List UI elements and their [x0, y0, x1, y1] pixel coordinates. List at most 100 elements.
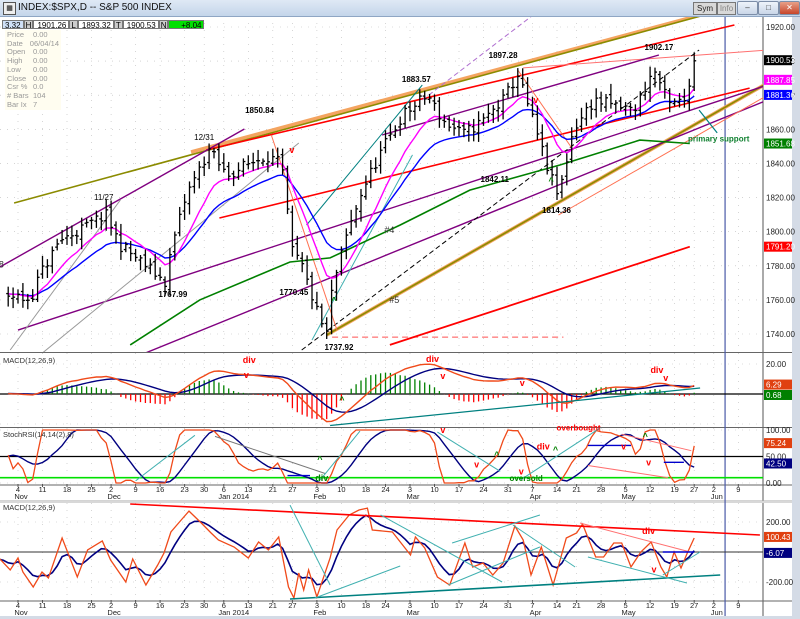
- date-tick-label: 9: [736, 601, 740, 610]
- annotation-label: v: [520, 378, 525, 388]
- date-tick-label: 23: [180, 485, 188, 494]
- date-tick-label: 10: [337, 485, 345, 494]
- month-label: Jun: [711, 608, 723, 617]
- date-tick-label: 11: [39, 601, 47, 610]
- date-tick-label: 13: [244, 601, 252, 610]
- annotation-label: 1842.11: [481, 175, 510, 184]
- y-tick-label: 20.00: [766, 360, 787, 369]
- annotation-label: v: [440, 371, 445, 381]
- date-tick-label: 18: [63, 601, 71, 610]
- panel-gap: [0, 501, 792, 503]
- annotation-label: ^: [331, 295, 337, 305]
- quote-low: 1893.32: [77, 20, 114, 30]
- annotation-label: 1814.36: [542, 206, 571, 215]
- quote-high: 1901.26: [33, 20, 70, 30]
- y-tick-label: 1840.00: [766, 159, 795, 168]
- annotation-label: div: [315, 473, 328, 483]
- annotation-label: ^: [339, 395, 345, 405]
- y-tick-label: 0.00: [766, 479, 782, 488]
- date-tick-label: 24: [381, 485, 389, 494]
- month-label: Dec: [107, 492, 121, 501]
- stoch-title: StochRSI(14,14(2),8): [3, 430, 74, 439]
- date-tick-label: 9: [134, 485, 138, 494]
- annotation-label: 1883.57: [402, 75, 431, 84]
- info-button[interactable]: Info: [717, 2, 736, 15]
- month-label: Mar: [407, 492, 420, 501]
- annotation-label: v: [244, 370, 249, 380]
- title-bar: ▦ INDEX:$SPX,D -- S&P 500 INDEX Sym Info…: [0, 0, 800, 17]
- right-scrollbar: [792, 16, 800, 619]
- value-tag-label: 1851.68: [766, 140, 795, 149]
- date-tick-label: 13: [244, 485, 252, 494]
- annotation-label: ^: [643, 432, 649, 442]
- minimize-button[interactable]: –: [737, 1, 758, 15]
- date-tick-label: 9: [736, 485, 740, 494]
- quote-change: +8.04: [168, 20, 205, 30]
- value-tag-label: 1900.53: [766, 56, 795, 65]
- annotation-label: v: [621, 442, 626, 452]
- quote-bar: 3.32 H 1901.26 L 1893.32 T 1900.53 N +8.…: [2, 20, 205, 30]
- date-tick-label: 10: [430, 601, 438, 610]
- date-tick-label: 12: [646, 485, 654, 494]
- annotation-label: v: [652, 564, 657, 574]
- annotation-label: #4: [384, 225, 394, 235]
- date-tick-label: 27: [288, 601, 296, 610]
- value-tag-label: 1881.36: [766, 91, 795, 100]
- annotation-label: 1902.17: [644, 43, 673, 52]
- month-label: Mar: [407, 608, 420, 617]
- value-tag-label: 75.24: [766, 439, 787, 448]
- annotation-label: v: [474, 460, 479, 470]
- date-tick-label: 28: [597, 485, 605, 494]
- date-tick-label: 27: [690, 485, 698, 494]
- quote-change-label: N: [158, 20, 169, 30]
- date-tick-label: 24: [381, 601, 389, 610]
- date-tick-label: 24: [479, 601, 487, 610]
- value-tag-label: -6.07: [766, 549, 785, 558]
- date-tick-label: 18: [362, 601, 370, 610]
- quote-last-label: T: [113, 20, 123, 30]
- date-tick-label: 21: [572, 485, 580, 494]
- annotation-label: oversold: [509, 474, 542, 483]
- month-label: Jun: [711, 492, 723, 501]
- date-tick-label: 21: [269, 485, 277, 494]
- value-tag-label: 1887.85: [766, 76, 795, 85]
- annotation-label: v: [440, 425, 445, 435]
- annotation-label: #5: [389, 295, 399, 305]
- y-tick-label: 1800.00: [766, 228, 795, 237]
- annotation-label: 1770.45: [279, 288, 308, 297]
- annotation-label: 1850.84: [245, 106, 274, 115]
- quote-last: 1900.53: [122, 20, 159, 30]
- date-tick-label: 30: [200, 601, 208, 610]
- annotation-label: 8: [0, 259, 4, 269]
- y-tick-label: -200.00: [766, 578, 794, 587]
- date-tick-label: 18: [362, 485, 370, 494]
- maximize-button[interactable]: □: [758, 1, 779, 15]
- date-tick-label: 31: [504, 601, 512, 610]
- date-tick-label: 31: [504, 485, 512, 494]
- y-tick-label: 1740.00: [766, 330, 795, 339]
- month-label: May: [622, 608, 636, 617]
- close-button[interactable]: ✕: [779, 1, 800, 15]
- month-label: Apr: [530, 608, 542, 617]
- date-tick-label: 27: [288, 485, 296, 494]
- date-tick-label: 27: [690, 601, 698, 610]
- date-tick-label: 19: [670, 485, 678, 494]
- date-tick-label: 9: [134, 601, 138, 610]
- date-tick-label: 21: [572, 601, 580, 610]
- date-tick-label: 30: [200, 485, 208, 494]
- y-tick-label: 1860.00: [766, 125, 795, 134]
- macd2-title: MACD(12,26,9): [3, 503, 56, 512]
- sym-button[interactable]: Sym: [693, 2, 717, 15]
- value-tag-label: 6.29: [766, 381, 782, 390]
- annotation-label: 1737.92: [324, 343, 353, 352]
- quote-open: 3.32: [2, 20, 24, 30]
- date-tick-label: 19: [670, 601, 678, 610]
- month-label: Feb: [313, 492, 326, 501]
- date-tick-label: 10: [430, 485, 438, 494]
- cursor-info-box: Price 0.00 Date 06/04/14 Open 0.00 High 0.00…: [5, 30, 61, 111]
- date-tick-label: 25: [87, 485, 95, 494]
- y-tick-label: 1760.00: [766, 296, 795, 305]
- chart-canvas[interactable]: 11/27 12/31 1850.84 1767.99 1770.45 1737.92 18…: [0, 0, 800, 619]
- y-tick-label: 200.00: [766, 518, 791, 527]
- date-tick-label: 10: [337, 601, 345, 610]
